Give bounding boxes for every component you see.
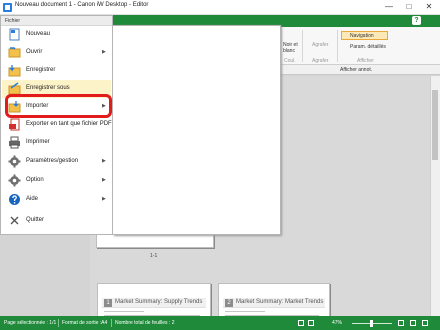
open-folder-icon xyxy=(8,47,21,58)
editor-window: Nouveau document 1 - Canon iW Desktop - … xyxy=(0,0,440,330)
menu-item-label: Aide xyxy=(26,196,39,202)
menu-item-label: Ouvrir xyxy=(26,49,43,55)
close-x-icon xyxy=(10,216,19,225)
zoom-slider-thumb[interactable] xyxy=(370,320,373,327)
fullscreen-icon[interactable] xyxy=(422,320,428,326)
agrafer-group-label: Agrafer xyxy=(312,58,329,64)
menu-item-nouveau[interactable]: Nouveau xyxy=(2,26,111,44)
menu-item-exporter-pdf[interactable]: Exporter en tant que fichier PDF xyxy=(2,116,112,134)
status-separator xyxy=(111,319,112,327)
ribbon-separator xyxy=(337,30,338,62)
menu-item-aide[interactable]: Aide ▶ xyxy=(2,191,111,209)
file-menu-side-panel xyxy=(113,25,281,235)
status-separator xyxy=(58,319,59,327)
blanc-label: blanc xyxy=(283,48,295,54)
maximize-button[interactable]: □ xyxy=(400,0,418,14)
menu-item-label: Exporter en tant que fichier PDF xyxy=(26,121,112,127)
afficher-annot-button[interactable]: Afficher annot. xyxy=(340,67,372,73)
window-title: Nouveau document 1 - Canon iW Desktop - … xyxy=(15,2,149,8)
app-icon xyxy=(3,3,12,12)
gear-icon xyxy=(8,155,21,168)
menu-item-label: Nouveau xyxy=(26,31,51,37)
status-bar: Page sélectionnée : 1/1 Format de sortie… xyxy=(0,316,440,330)
menu-item-ouvrir[interactable]: Ouvrir ▶ xyxy=(2,44,111,62)
sheet-heading: 1 Market Summary: Supply Trends xyxy=(102,298,206,308)
minimize-button[interactable]: — xyxy=(380,0,398,14)
menu-item-label: Imprimer xyxy=(26,139,50,145)
menu-item-label: Option xyxy=(26,177,44,183)
sheet-title: Market Summary: Supply Trends xyxy=(115,299,203,305)
coul-group-label: Coul. xyxy=(284,58,296,64)
file-menu-header: Fichier xyxy=(1,16,112,26)
view-mode-icon[interactable] xyxy=(308,320,314,326)
save-icon xyxy=(8,65,21,77)
page-selected-status: Page sélectionnée : 1/1 xyxy=(4,320,57,326)
highlight-annotation xyxy=(5,94,112,118)
submenu-arrow-icon: ▶ xyxy=(102,158,106,164)
menu-item-label: Enregistrer sous xyxy=(26,85,70,91)
menu-item-parametres-gestion[interactable]: Paramètres/gestion ▶ xyxy=(2,153,111,171)
view-mode-icon[interactable] xyxy=(298,320,304,326)
submenu-arrow-icon: ▶ xyxy=(102,177,106,183)
sheet-title: Market Summary: Market Trends xyxy=(236,299,324,305)
menu-item-enregistrer[interactable]: Enregistrer xyxy=(2,62,111,80)
menu-item-label: Enregistrer xyxy=(26,67,56,73)
submenu-arrow-icon: ▶ xyxy=(102,196,106,202)
new-document-icon xyxy=(9,28,20,41)
menu-item-imprimer[interactable]: Imprimer xyxy=(2,134,111,152)
zoom-level: 47% xyxy=(332,320,343,326)
menu-item-label: Quitter xyxy=(26,217,45,223)
submenu-arrow-icon: ▶ xyxy=(102,49,106,55)
fit-page-icon[interactable] xyxy=(398,320,404,326)
sheet-number: 1 xyxy=(104,299,112,307)
export-pdf-icon xyxy=(9,118,20,131)
paper-format-status: Format de sortie :A4 xyxy=(62,320,108,326)
fit-width-icon[interactable] xyxy=(410,320,416,326)
close-button[interactable]: ✕ xyxy=(420,0,438,14)
sheet-heading: 2 Market Summary: Market Trends xyxy=(223,298,325,308)
text-line xyxy=(225,311,265,312)
title-bar: Nouveau document 1 - Canon iW Desktop - … xyxy=(0,0,440,15)
agrafer-button[interactable]: Agrafer xyxy=(312,42,328,48)
menu-item-quitter[interactable]: Quitter xyxy=(2,212,111,230)
printer-icon xyxy=(9,136,20,149)
file-menu-title: Fichier xyxy=(5,18,21,24)
scrollbar-thumb[interactable] xyxy=(432,90,438,160)
help-icon[interactable]: ? xyxy=(412,16,421,25)
ribbon-separator xyxy=(302,30,303,62)
text-line xyxy=(104,311,144,312)
param-details-button[interactable]: Param. détaillés xyxy=(350,44,386,50)
help-circle-icon xyxy=(9,194,20,205)
menu-item-option[interactable]: Option ▶ xyxy=(2,172,111,190)
sheet-number: 2 xyxy=(225,299,233,307)
page-label: 1-1 xyxy=(150,253,158,259)
options-gear-icon xyxy=(8,174,21,187)
file-menu: Fichier Nouveau Ouvrir ▶ Enregistrer Enr… xyxy=(0,15,113,235)
sheet-count-status: Nombre total de feuilles : 2 xyxy=(115,320,175,326)
menu-item-label: Paramètres/gestion xyxy=(26,158,79,164)
afficher-group-label: Afficher xyxy=(357,58,374,64)
navigation-label: Navigation xyxy=(350,33,374,39)
